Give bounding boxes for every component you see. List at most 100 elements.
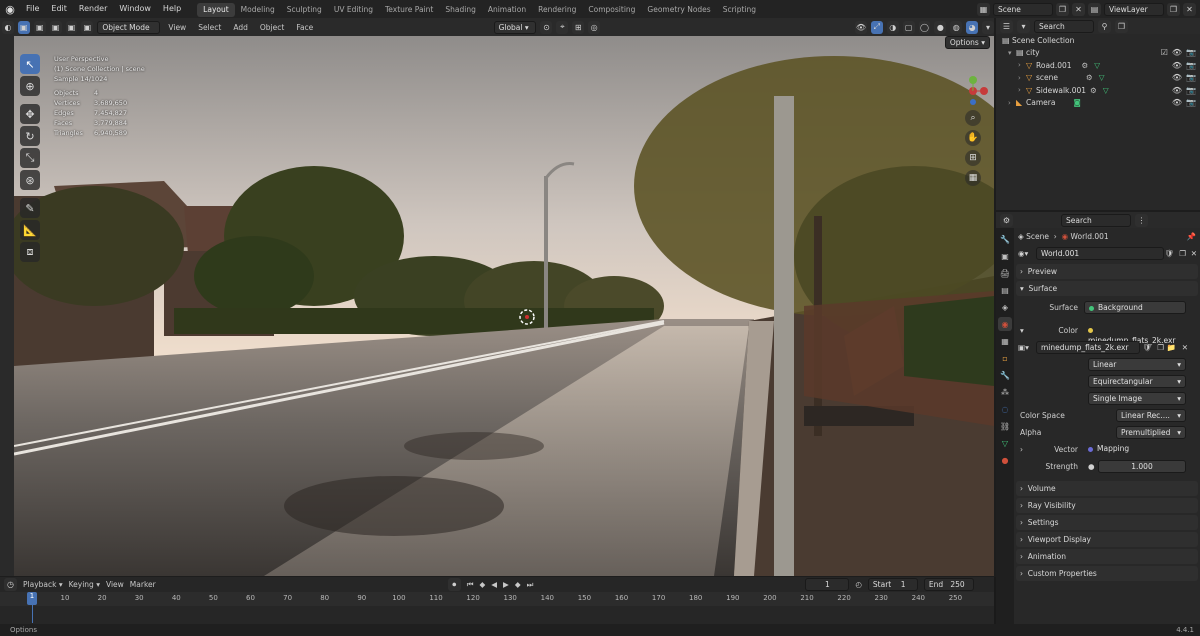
transform-tool-icon[interactable]: ⊛ [20, 170, 40, 190]
status-options[interactable]: Options [10, 626, 37, 634]
shading-solid-icon[interactable]: ● [934, 20, 947, 34]
image-name-field[interactable]: minedump_flats_2k.exr [1036, 341, 1140, 354]
fake-user-icon[interactable]: 🛡 [1164, 249, 1174, 258]
tab-sculpting[interactable]: Sculpting [281, 3, 328, 17]
outliner-editor-icon[interactable]: ☰ [1000, 19, 1013, 33]
snap-target-icon[interactable]: ⊞ [572, 20, 585, 34]
tab-rendering[interactable]: Rendering [532, 3, 582, 17]
projection-dropdown[interactable]: Equirectangular ▾ [1088, 375, 1186, 388]
panel-volume[interactable]: › Volume [1016, 481, 1198, 496]
tab-scripting[interactable]: Scripting [717, 3, 762, 17]
panel-settings[interactable]: › Settings [1016, 515, 1198, 530]
viewlayer-field[interactable]: ViewLayer [1104, 2, 1164, 16]
viewlayer-icon[interactable]: ▤ [1088, 2, 1101, 16]
vp-menu-view[interactable]: View [164, 23, 190, 32]
scene-field[interactable]: Scene [993, 2, 1053, 16]
menu-help[interactable]: Help [157, 0, 187, 18]
prev-keyframe-icon[interactable]: ◆ [479, 580, 485, 589]
world-name-field[interactable]: World.001 [1036, 247, 1164, 260]
tab-texture-paint[interactable]: Texture Paint [379, 3, 439, 17]
playhead[interactable]: 1 [27, 592, 37, 605]
menu-file[interactable]: File [20, 0, 45, 18]
tab-shading[interactable]: Shading [439, 3, 481, 17]
object-tab-icon[interactable]: ▫ [998, 351, 1012, 365]
snap-icon[interactable]: ⌖ [556, 20, 569, 34]
scale-tool-icon[interactable]: ⤡ [20, 148, 40, 168]
timeline-menu-keying[interactable]: Keying ▾ [69, 580, 100, 589]
current-frame-field[interactable]: 1 [805, 578, 850, 591]
select-box-tool-icon[interactable]: ↖ [20, 54, 40, 74]
cursor-tool-icon[interactable]: ⊕ [20, 76, 40, 96]
menu-edit[interactable]: Edit [45, 0, 73, 18]
expand-icon[interactable]: › [1018, 61, 1026, 69]
end-field[interactable]: End 250 [923, 578, 974, 591]
view-layer-tab-icon[interactable]: ▤ [998, 283, 1012, 297]
panel-viewport-display[interactable]: › Viewport Display [1016, 532, 1198, 547]
tab-layout[interactable]: Layout [197, 3, 235, 17]
strength-field[interactable]: 1.000 [1098, 460, 1186, 473]
vp-menu-face[interactable]: Face [292, 23, 317, 32]
pan-hand-icon[interactable]: ✋ [965, 130, 981, 146]
modifier-tab-icon[interactable]: 🔧 [998, 368, 1012, 382]
outliner-row-sidewalk[interactable]: › ▽ Sidewalk.001 ⚙ ▽ 👁 📷 [996, 84, 1200, 97]
timeline-menu-marker[interactable]: Marker [130, 580, 156, 589]
outliner-row-road[interactable]: › ▽ Road.001 ⚙ ▽ 👁 📷 [996, 59, 1200, 72]
overlay-icon[interactable]: ◑ [886, 20, 899, 34]
rotate-tool-icon[interactable]: ↻ [20, 126, 40, 146]
gizmo-icon[interactable]: ⤢ [870, 20, 883, 34]
constraints-tab-icon[interactable]: ⛓ [998, 419, 1012, 433]
shading-rendered-icon[interactable]: ◕ [966, 20, 979, 34]
shading-options-icon[interactable]: ▾ [982, 20, 994, 34]
transform-orientation-dropdown[interactable]: Global ▾ [493, 20, 537, 34]
axis-gizmo-icon[interactable] [958, 76, 988, 106]
surface-field[interactable]: Background [1084, 301, 1186, 314]
outliner-root[interactable]: ▤ Scene Collection [996, 34, 1200, 47]
tab-animation[interactable]: Animation [482, 3, 532, 17]
shading-material-icon[interactable]: ◍ [950, 20, 963, 34]
camera-render-icon[interactable]: 📷 [1186, 73, 1196, 82]
select-mode-extend-icon[interactable]: ▣ [33, 20, 46, 34]
vp-menu-select[interactable]: Select [194, 23, 225, 32]
eye-icon[interactable]: 👁 [1172, 73, 1182, 82]
panel-surface[interactable]: ▾ Surface [1016, 281, 1198, 296]
camera-render-icon[interactable]: 📷 [1186, 61, 1196, 70]
play-icon[interactable]: ▶ [503, 580, 509, 589]
editor-type-icon[interactable]: ◐ [2, 20, 14, 34]
tab-uv-editing[interactable]: UV Editing [328, 3, 379, 17]
pin-icon[interactable]: 📌 [1187, 232, 1196, 241]
3d-viewport[interactable]: User Perspective (1) Scene Collection | … [14, 36, 994, 576]
proportional-edit-icon[interactable]: ◎ [588, 20, 601, 34]
camera-view-icon[interactable]: ⊞ [965, 150, 981, 166]
tab-modeling[interactable]: Modeling [235, 3, 281, 17]
start-field[interactable]: Start 1 [867, 578, 918, 591]
add-cube-tool-icon[interactable]: ⧈ [20, 242, 40, 262]
world-browse-icon[interactable]: ◉▾ [1018, 249, 1028, 258]
outliner-row-scene[interactable]: › ▽ scene ⚙ ▽ 👁 📷 [996, 72, 1200, 85]
shading-wireframe-icon[interactable]: ◯ [918, 20, 931, 34]
camera-render-icon[interactable]: 📷 [1186, 86, 1196, 95]
alpha-dropdown[interactable]: Premultiplied ▾ [1116, 426, 1186, 439]
outliner-row-city[interactable]: ▾ ▤ city ☑ 👁 📷 [996, 47, 1200, 60]
select-mode-subtract-icon[interactable]: ▣ [49, 20, 62, 34]
color-space-dropdown[interactable]: Linear Rec.... ▾ [1116, 409, 1186, 422]
eye-icon[interactable]: 👁 [1172, 98, 1182, 107]
display-mode-icon[interactable]: ▾ [1017, 19, 1030, 33]
select-box-icon[interactable]: ▣ [17, 20, 30, 34]
expand-icon[interactable]: › [1018, 86, 1026, 94]
delete-scene-icon[interactable]: ✕ [1072, 2, 1085, 16]
expand-icon[interactable]: › [1008, 99, 1016, 107]
expand-icon[interactable]: › [1018, 74, 1026, 82]
outliner-search[interactable]: Search [1034, 19, 1094, 33]
new-scene-icon[interactable]: ❐ [1056, 2, 1069, 16]
annotate-tool-icon[interactable]: ✎ [20, 198, 40, 218]
folder-icon[interactable]: 📁 [1167, 343, 1176, 352]
visibility-icon[interactable]: 👁 [854, 20, 867, 34]
measure-tool-icon[interactable]: 📐 [20, 220, 40, 240]
mode-dropdown[interactable]: Object Mode ▾ [97, 20, 161, 43]
zoom-icon[interactable]: ⌕ [965, 110, 981, 126]
vp-menu-object[interactable]: Object [256, 23, 288, 32]
timeline-menu-playback[interactable]: Playback ▾ [23, 580, 63, 589]
expand-icon[interactable]: ▾ [1008, 49, 1016, 57]
select-mode-intersect-icon[interactable]: ▣ [81, 20, 94, 34]
record-icon[interactable]: ⏺ [447, 578, 461, 591]
